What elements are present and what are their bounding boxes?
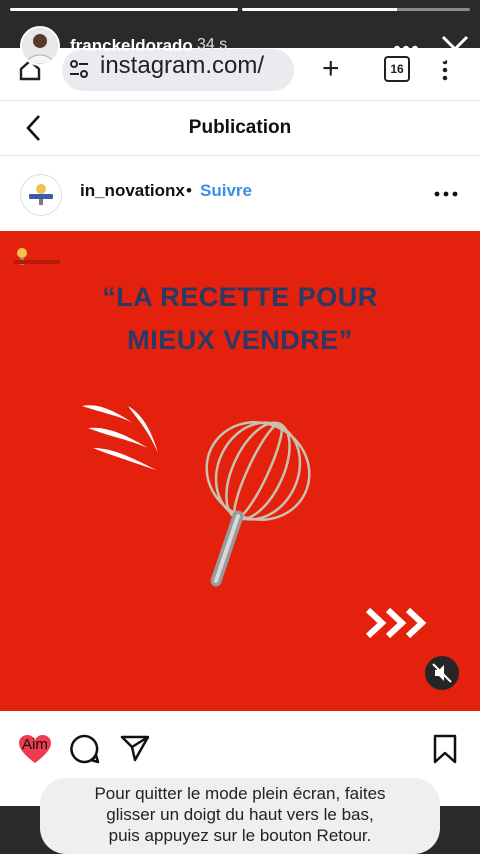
shared-screenshot: instagram.com/ + 16 Publication in_novat…: [0, 48, 480, 806]
story-timestamp: 34 s: [197, 36, 228, 53]
url-text[interactable]: instagram.com/: [100, 52, 264, 80]
story-username[interactable]: franckeldorado: [70, 36, 193, 56]
avatar[interactable]: [20, 174, 62, 216]
comment-icon[interactable]: [70, 734, 100, 764]
toast-line: Pour quitter le mode plein écran, faites: [94, 784, 386, 803]
fullscreen-toast: Pour quitter le mode plein écran, faites…: [40, 778, 440, 854]
divider: [0, 100, 480, 101]
likes-text-partial: Aim: [22, 736, 48, 753]
more-icon[interactable]: [434, 191, 458, 197]
toast-line: glisser un doigt du haut vers le bas,: [106, 805, 374, 824]
headline-line: “LA RECETTE POUR: [102, 282, 378, 312]
mute-icon[interactable]: [425, 656, 459, 690]
tabs-icon[interactable]: 16: [384, 56, 410, 82]
sparkle-strokes-icon: [82, 405, 158, 470]
story-progress-segment: [242, 8, 470, 11]
toast-line: puis appuyez sur le bouton Retour.: [108, 826, 372, 845]
bookmark-icon[interactable]: [432, 734, 458, 764]
whisk-icon: [205, 421, 311, 587]
plus-icon[interactable]: +: [322, 54, 340, 84]
brand-logo-icon: [14, 248, 60, 265]
arrows-icon: [365, 607, 427, 639]
close-icon[interactable]: [440, 34, 470, 64]
follow-button[interactable]: Suivre: [200, 181, 252, 201]
divider: [0, 155, 480, 156]
post-headline: “LA RECETTE POUR MIEUX VENDRE”: [0, 276, 480, 362]
headline-line: MIEUX VENDRE”: [127, 325, 353, 355]
post-username[interactable]: in_novationx: [80, 181, 185, 201]
story-progress: [10, 8, 470, 11]
story-more-icon[interactable]: [393, 45, 419, 53]
tune-icon[interactable]: [68, 58, 90, 80]
share-icon[interactable]: [120, 734, 150, 762]
page-title: Publication: [188, 117, 292, 138]
story-avatar[interactable]: [20, 26, 60, 66]
story-progress-segment: [10, 8, 238, 11]
separator-dot: •: [186, 181, 192, 200]
